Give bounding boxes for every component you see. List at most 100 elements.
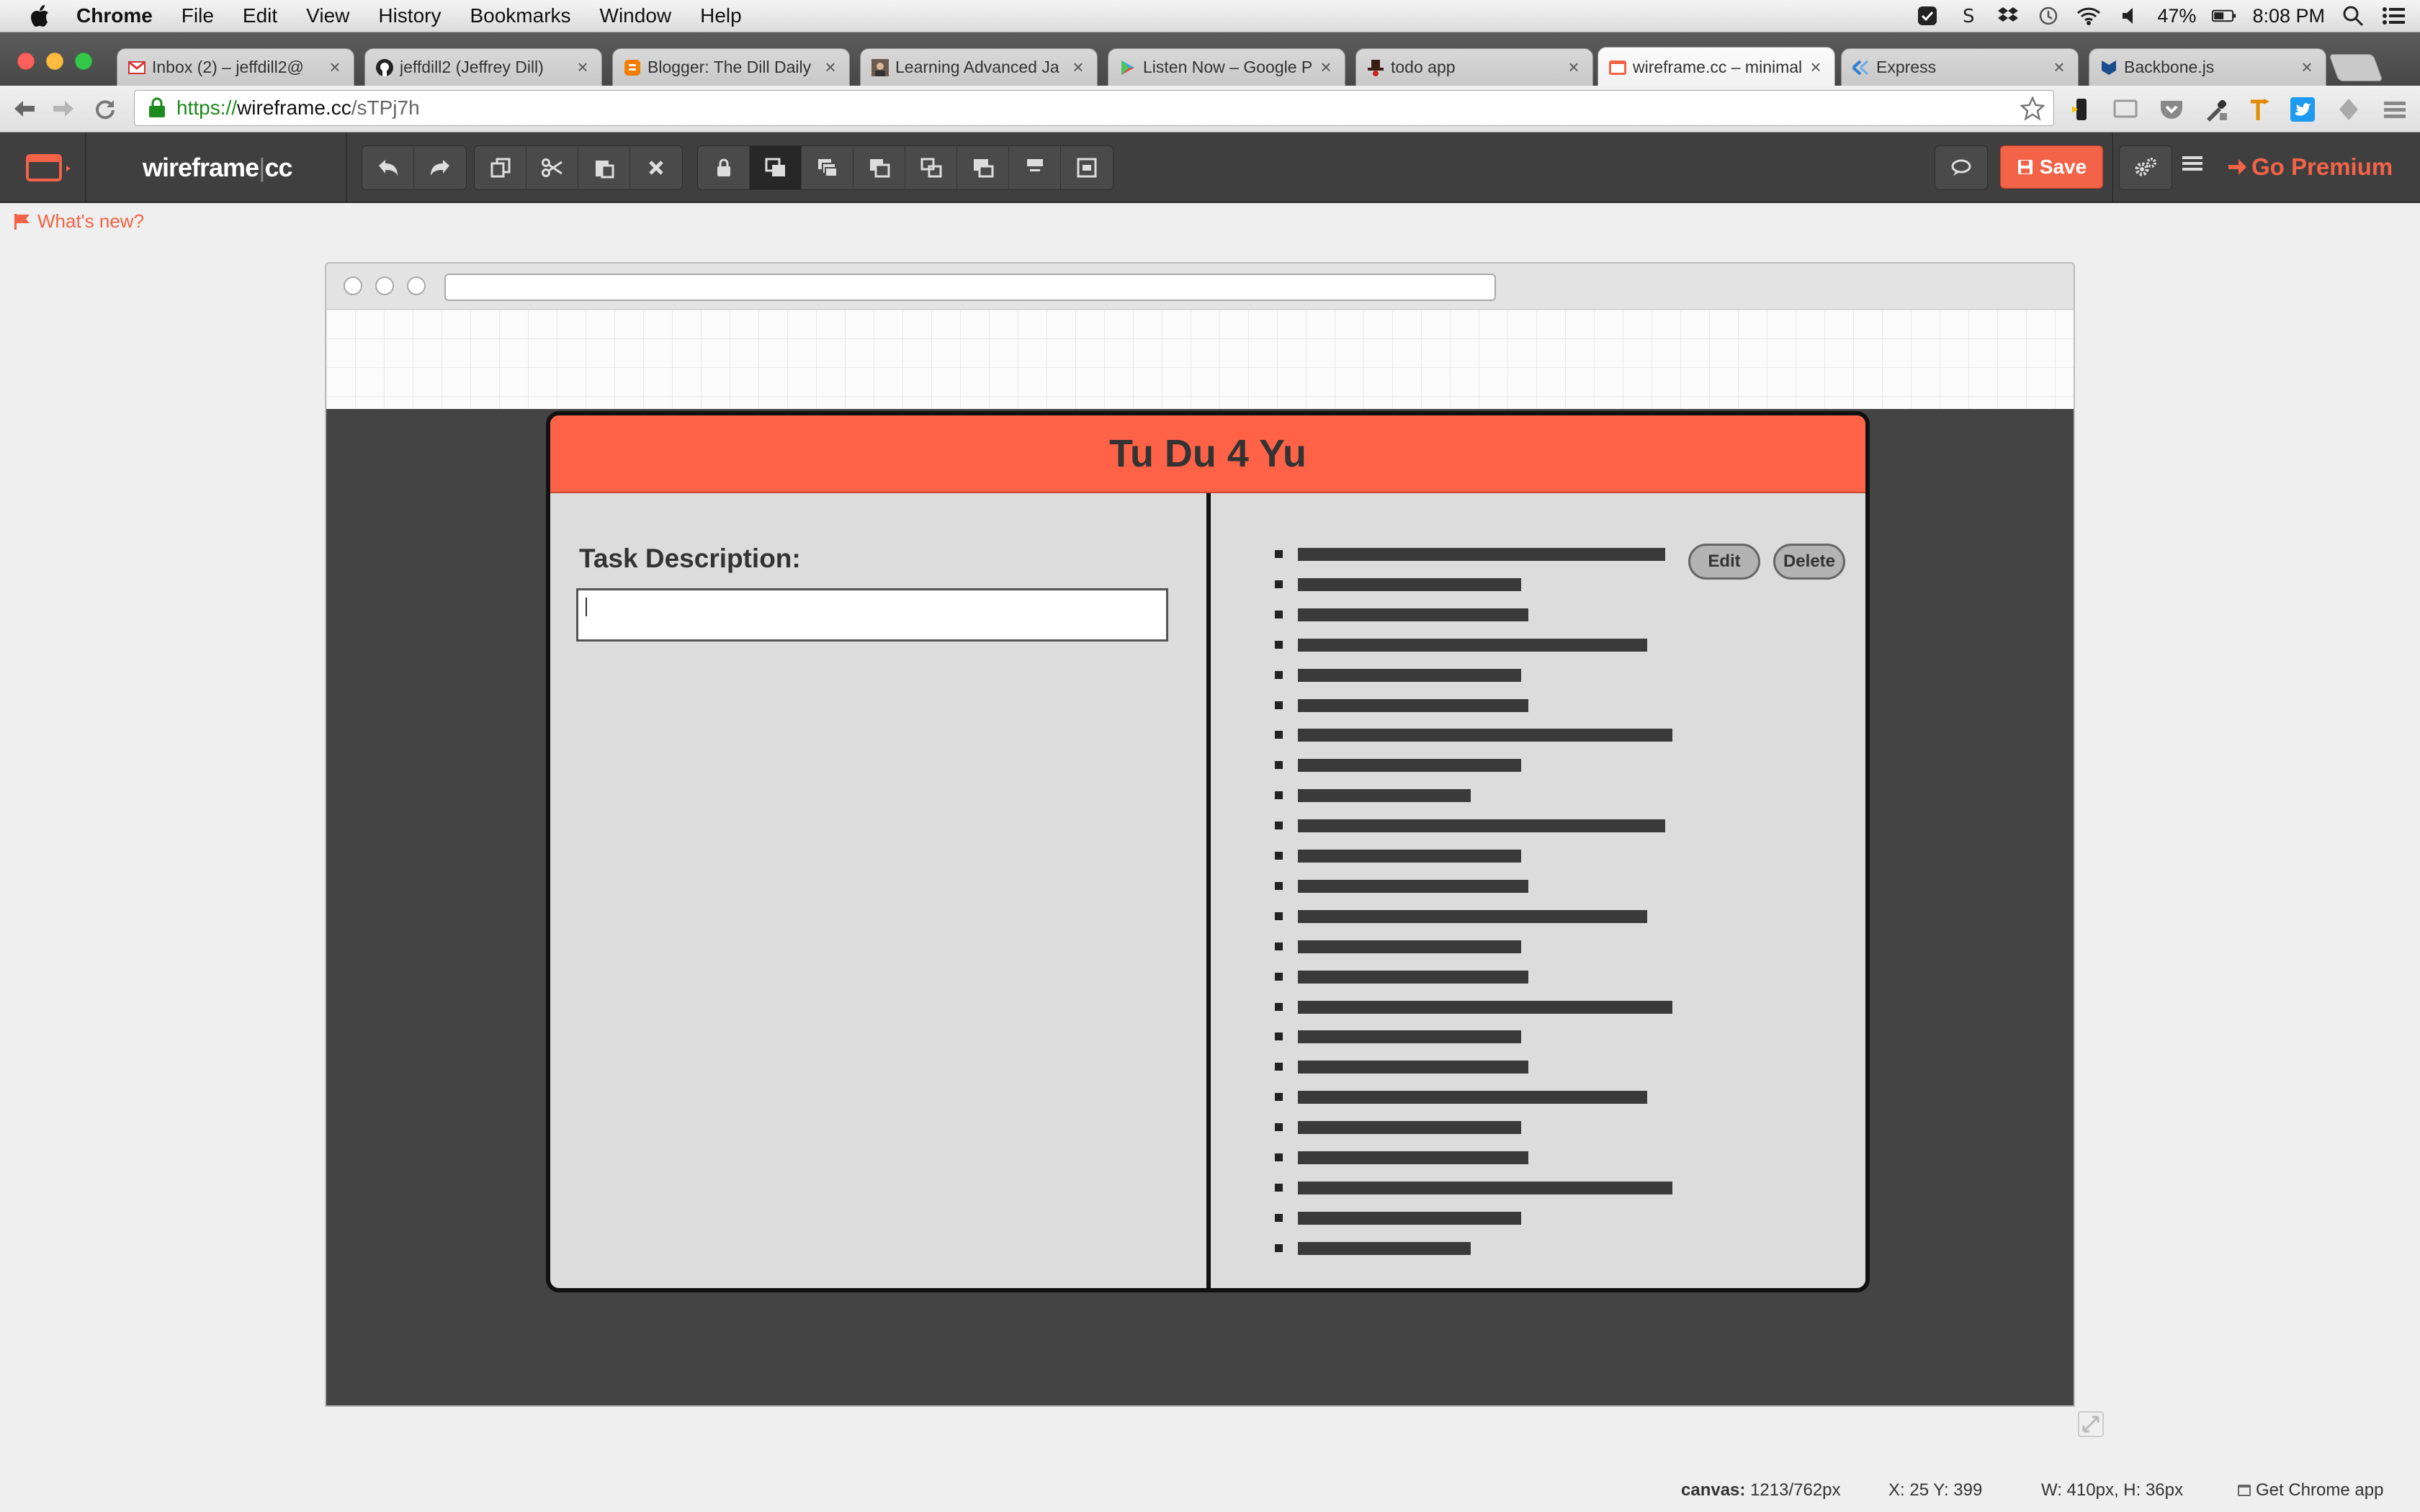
clock[interactable]: 8:08 PM — [2252, 5, 2325, 27]
task-description-input[interactable] — [576, 588, 1168, 642]
eyedropper-icon[interactable] — [2202, 96, 2230, 123]
menu-chrome[interactable]: Chrome — [76, 4, 153, 27]
cut-button[interactable] — [526, 146, 578, 189]
settings-button[interactable] — [2119, 145, 2172, 190]
whats-new-link[interactable]: What's new? — [13, 210, 144, 233]
close-tab-icon[interactable]: × — [1565, 56, 1582, 78]
list-item-placeholder[interactable] — [1298, 729, 1672, 742]
list-item-placeholder[interactable] — [1298, 639, 1647, 652]
close-tab-icon[interactable]: × — [326, 56, 344, 78]
menu-button[interactable] — [2182, 154, 2208, 180]
tab-todo-app[interactable]: todo app × — [1355, 48, 1593, 86]
save-button[interactable]: Save — [2000, 145, 2103, 189]
list-item-placeholder[interactable] — [1298, 1001, 1672, 1014]
tab-github[interactable]: jeffdill2 (Jeffrey Dill) × — [364, 48, 602, 86]
forward-button[interactable] — [50, 96, 76, 122]
bring-to-front-button[interactable] — [802, 146, 853, 189]
close-tab-icon[interactable]: × — [822, 56, 839, 78]
copy-button[interactable] — [475, 146, 526, 189]
tab-express[interactable]: Express × — [1841, 48, 2079, 86]
list-item-placeholder[interactable] — [1298, 880, 1528, 893]
get-chrome-app-link[interactable]: Get Chrome app — [2237, 1480, 2383, 1500]
list-item-placeholder[interactable] — [1298, 1212, 1521, 1225]
close-tab-icon[interactable]: × — [1807, 56, 1824, 78]
list-item-placeholder[interactable] — [1298, 1151, 1528, 1164]
twitter-icon[interactable] — [2289, 96, 2316, 123]
time-machine-icon[interactable] — [2036, 4, 2061, 28]
mockup-title[interactable]: Tu Du 4 Yu — [550, 415, 1865, 493]
close-tab-icon[interactable]: × — [1070, 56, 1087, 78]
menu-file[interactable]: File — [182, 4, 214, 27]
pocket-icon[interactable] — [2158, 96, 2185, 123]
align-middle-button[interactable] — [1061, 146, 1113, 189]
mock-url-bar[interactable] — [444, 274, 1496, 301]
task-description-label[interactable]: Task Description: — [579, 544, 801, 574]
menu-edit[interactable]: Edit — [243, 4, 277, 27]
menu-help[interactable]: Help — [700, 4, 742, 27]
address-bar[interactable]: https:// wireframe.cc /sTPj7h — [134, 90, 2054, 126]
volume-icon[interactable] — [2117, 4, 2141, 28]
minimize-window-button[interactable] — [46, 53, 63, 70]
paste-button[interactable] — [578, 146, 630, 189]
skype-s-icon[interactable]: S — [1955, 4, 1980, 28]
go-premium-link[interactable]: Go Premium — [2227, 148, 2393, 186]
list-item-placeholder[interactable] — [1298, 1121, 1521, 1134]
edit-button[interactable]: Edit — [1688, 544, 1760, 580]
wireframe-logo[interactable]: wireframe|cc — [143, 153, 293, 183]
list-item-placeholder[interactable] — [1298, 850, 1521, 863]
reload-button[interactable] — [92, 96, 118, 122]
close-tab-icon[interactable]: × — [1317, 56, 1335, 78]
list-item-placeholder[interactable] — [1298, 1182, 1672, 1194]
tab-blogger[interactable]: Blogger: The Dill Daily × — [612, 48, 850, 86]
list-item-placeholder[interactable] — [1298, 669, 1521, 682]
wifi-icon[interactable] — [2076, 4, 2101, 28]
close-tab-icon[interactable]: × — [2051, 56, 2068, 78]
delete-button[interactable]: Delete — [1773, 544, 1845, 580]
list-item-placeholder[interactable] — [1298, 608, 1528, 621]
tab-backbone[interactable]: Backbone.js × — [2089, 48, 2326, 86]
comment-button[interactable] — [1935, 145, 1988, 190]
list-item-placeholder[interactable] — [1298, 789, 1471, 802]
list-item-placeholder[interactable] — [1298, 1091, 1647, 1104]
list-item-placeholder[interactable] — [1298, 940, 1521, 953]
group-button[interactable] — [957, 146, 1009, 189]
delete-element-button[interactable] — [630, 146, 682, 189]
list-item-placeholder[interactable] — [1298, 1061, 1528, 1074]
tab-gmail[interactable]: Inbox (2) – jeffdill2@ × — [117, 48, 354, 86]
menu-history[interactable]: History — [378, 4, 441, 27]
list-item-placeholder[interactable] — [1298, 699, 1528, 712]
apple-icon[interactable] — [29, 4, 50, 27]
bring-forward-button[interactable] — [750, 146, 802, 189]
send-to-back-button[interactable] — [905, 146, 957, 189]
chrome-menu-icon[interactable] — [2381, 96, 2408, 123]
tab-learning[interactable]: Learning Advanced Ja × — [860, 48, 1098, 86]
dropbox-icon[interactable] — [1996, 4, 2020, 28]
redo-button[interactable] — [414, 146, 466, 189]
stencil-menu-button[interactable] — [26, 154, 75, 181]
menu-bookmarks[interactable]: Bookmarks — [470, 4, 570, 27]
column-divider[interactable] — [1206, 493, 1211, 1288]
send-backward-button[interactable] — [853, 146, 905, 189]
canvas-grid[interactable] — [325, 310, 2075, 409]
todo-app-mockup[interactable]: Tu Du 4 Yu Task Description: Edit Delete — [546, 411, 1870, 1292]
zoom-window-button[interactable] — [75, 53, 92, 70]
mock-browser-titlebar[interactable] — [325, 262, 2075, 310]
menu-view[interactable]: View — [306, 4, 349, 27]
cast-icon[interactable] — [2112, 96, 2139, 123]
back-button[interactable] — [12, 96, 37, 122]
close-tab-icon[interactable]: × — [2298, 56, 2316, 78]
list-item-placeholder[interactable] — [1298, 819, 1665, 832]
notification-center-icon[interactable] — [2381, 4, 2406, 28]
bookmark-star-icon[interactable] — [2020, 96, 2045, 121]
new-tab-button[interactable] — [2329, 54, 2383, 81]
tab-google-play[interactable]: Listen Now – Google P × — [1108, 48, 1345, 86]
tab-wireframe[interactable]: wireframe.cc – minimal × — [1597, 47, 1835, 87]
list-item-placeholder[interactable] — [1298, 1242, 1471, 1255]
diamond-extension-icon[interactable] — [2335, 96, 2362, 123]
resize-canvas-button[interactable] — [2078, 1411, 2104, 1437]
extension-phone-icon[interactable] — [2067, 96, 2094, 123]
list-item-placeholder[interactable] — [1298, 578, 1521, 591]
list-item-placeholder[interactable] — [1298, 548, 1665, 561]
spotlight-search-icon[interactable] — [2341, 4, 2365, 28]
undo-button[interactable] — [362, 146, 414, 189]
